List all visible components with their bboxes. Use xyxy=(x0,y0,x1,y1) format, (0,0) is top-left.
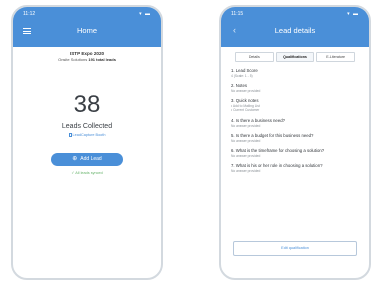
question-answer: No answer provided xyxy=(231,153,261,158)
question-answer: 4 (Scale: 1 - 5) xyxy=(231,74,253,78)
qualification-list: 1. Lead Score 4 (Scale: 1 - 5) 2. Notes … xyxy=(221,62,369,173)
home-screen: 11:12 ▾ ▬ Home ISTP Expo 2020 Onsite Sol… xyxy=(11,5,163,280)
question-item: 1. Lead Score 4 (Scale: 1 - 5) xyxy=(231,68,369,78)
sync-status: ✓ All leads synced xyxy=(71,171,103,175)
tab-qualifications[interactable]: Qualifications xyxy=(275,52,315,62)
company-name: Onsite Solutions xyxy=(58,57,88,62)
add-lead-button[interactable]: ⊕ Add Lead xyxy=(51,153,123,166)
question-item: 3. Quick notes • Add to Mailing List • C… xyxy=(231,98,369,112)
question-item: 6. What is the timeframe for choosing a … xyxy=(231,148,369,158)
event-subtitle: Onsite Solutions 191 total leads xyxy=(13,57,161,62)
booth-link-label: LeadCapture Booth xyxy=(72,133,106,137)
status-icons: ▾ ▬ xyxy=(347,11,359,17)
question-item: 5. Is there a budget for this business n… xyxy=(231,133,369,143)
question-title: 4. Is there a business need? xyxy=(231,117,285,123)
document-icon xyxy=(68,133,72,137)
question-answer: No answer provided xyxy=(231,89,261,94)
question-item: 4. Is there a business need? No answer p… xyxy=(231,118,369,128)
app-bar: 11:15 ▾ ▬ ‹ Lead details xyxy=(221,7,369,47)
question-title: 3. Quick notes xyxy=(231,98,259,104)
question-title: 5. Is there a budget for this business n… xyxy=(231,132,314,138)
lead-details-screen: 11:15 ▾ ▬ ‹ Lead details Details Qualifi… xyxy=(219,5,371,280)
question-answer: • Current Customer xyxy=(231,108,260,113)
leads-collected-label: Leads Collected xyxy=(61,123,113,130)
status-time: 11:12 xyxy=(23,11,36,17)
question-title: 7. What is his or her role in choosing a… xyxy=(231,163,323,169)
edit-qualification-button[interactable]: Edit qualification xyxy=(233,241,357,256)
total-leads: 191 total leads xyxy=(88,57,116,62)
question-answer: No answer provided xyxy=(231,169,261,174)
app-bar: 11:12 ▾ ▬ Home xyxy=(13,7,161,47)
question-title: 1. Lead Score xyxy=(231,68,258,73)
add-lead-label: Add Lead xyxy=(80,156,102,162)
plus-icon: ⊕ xyxy=(72,156,78,162)
tab-bar: Details Qualifications E-Literature xyxy=(221,52,369,62)
question-item: 2. Notes No answer provided xyxy=(231,83,369,93)
lead-count: 38 xyxy=(73,91,101,118)
question-item: 7. What is his or her role in choosing a… xyxy=(231,163,369,173)
question-answer: No answer provided xyxy=(231,138,261,143)
tab-e-literature[interactable]: E-Literature xyxy=(316,52,356,62)
question-answer: No answer provided xyxy=(231,123,261,128)
question-title: 2. Notes xyxy=(231,83,248,89)
status-icons: ▾ ▬ xyxy=(139,11,151,17)
event-name: ISTP Expo 2020 xyxy=(69,51,105,56)
page-title: Home xyxy=(76,26,97,35)
status-time: 11:15 xyxy=(231,11,244,17)
page-title: Lead details xyxy=(274,26,316,35)
booth-link[interactable]: LeadCapture Booth xyxy=(13,133,161,137)
question-title: 6. What is the timeframe for choosing a … xyxy=(231,147,325,153)
tab-details[interactable]: Details xyxy=(235,52,274,62)
